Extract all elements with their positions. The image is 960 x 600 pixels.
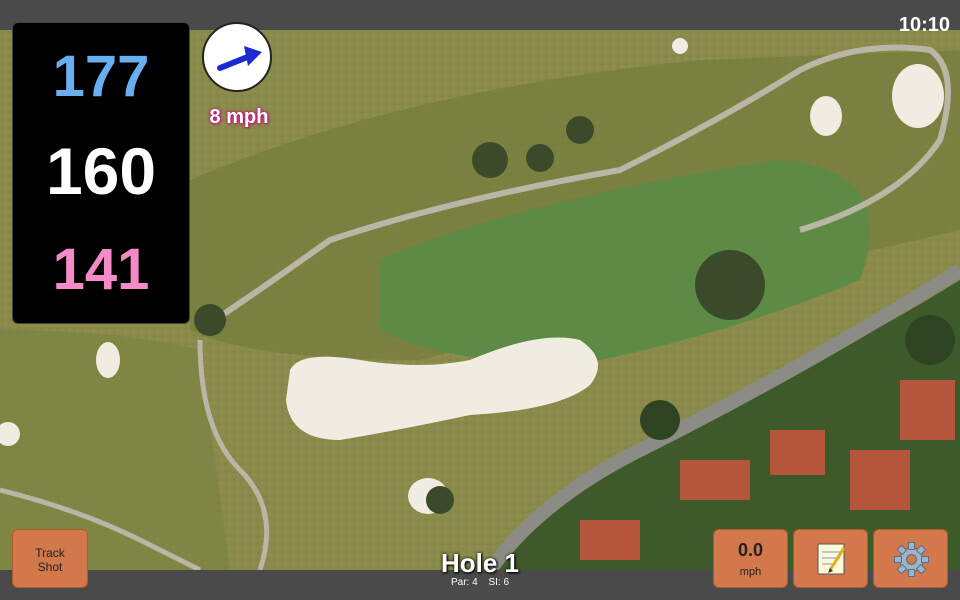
notes-button[interactable]: [793, 529, 868, 588]
wind-speed-unit: mph: [739, 566, 762, 578]
house: [680, 460, 750, 500]
wind-arrow-icon: [217, 46, 262, 71]
settings-button[interactable]: [873, 529, 948, 588]
bunker: [672, 38, 688, 54]
distance-panel: 177 160 141: [12, 22, 190, 324]
tree: [566, 116, 594, 144]
bunker: [810, 96, 842, 136]
tree: [472, 142, 508, 178]
tree: [526, 144, 554, 172]
tree: [695, 250, 765, 320]
tree: [905, 315, 955, 365]
house: [900, 380, 955, 440]
tree: [194, 304, 226, 336]
back-distance: 177: [52, 44, 150, 109]
tree: [640, 400, 680, 440]
hole-info: Par: 4 SI: 6: [380, 577, 580, 588]
hole-title: Hole 1: [440, 548, 520, 578]
tree: [426, 486, 454, 514]
center-distance: 160: [45, 134, 157, 208]
front-distance: 141: [52, 237, 150, 302]
house: [580, 520, 640, 560]
bunker: [892, 64, 944, 128]
clock-time: 10:10: [898, 14, 950, 36]
wind-direction-indicator: [202, 22, 272, 92]
par-label: Par: 4: [450, 577, 478, 588]
wind-speed-value: 0.0: [737, 540, 764, 560]
bunker: [96, 342, 120, 378]
house: [770, 430, 825, 475]
house: [850, 450, 910, 510]
track-shot-button[interactable]: Track Shot: [12, 529, 88, 588]
gear-icon: [894, 542, 929, 577]
track-shot-label-line1: Track: [35, 546, 65, 560]
stroke-index-label: SI: 6: [488, 577, 510, 588]
track-shot-label-line2: Shot: [37, 560, 63, 574]
wind-speed-button[interactable]: 0.0 mph: [713, 529, 788, 588]
wind-speed-label: 8 mph: [209, 106, 269, 128]
notepad-icon: [817, 543, 846, 575]
